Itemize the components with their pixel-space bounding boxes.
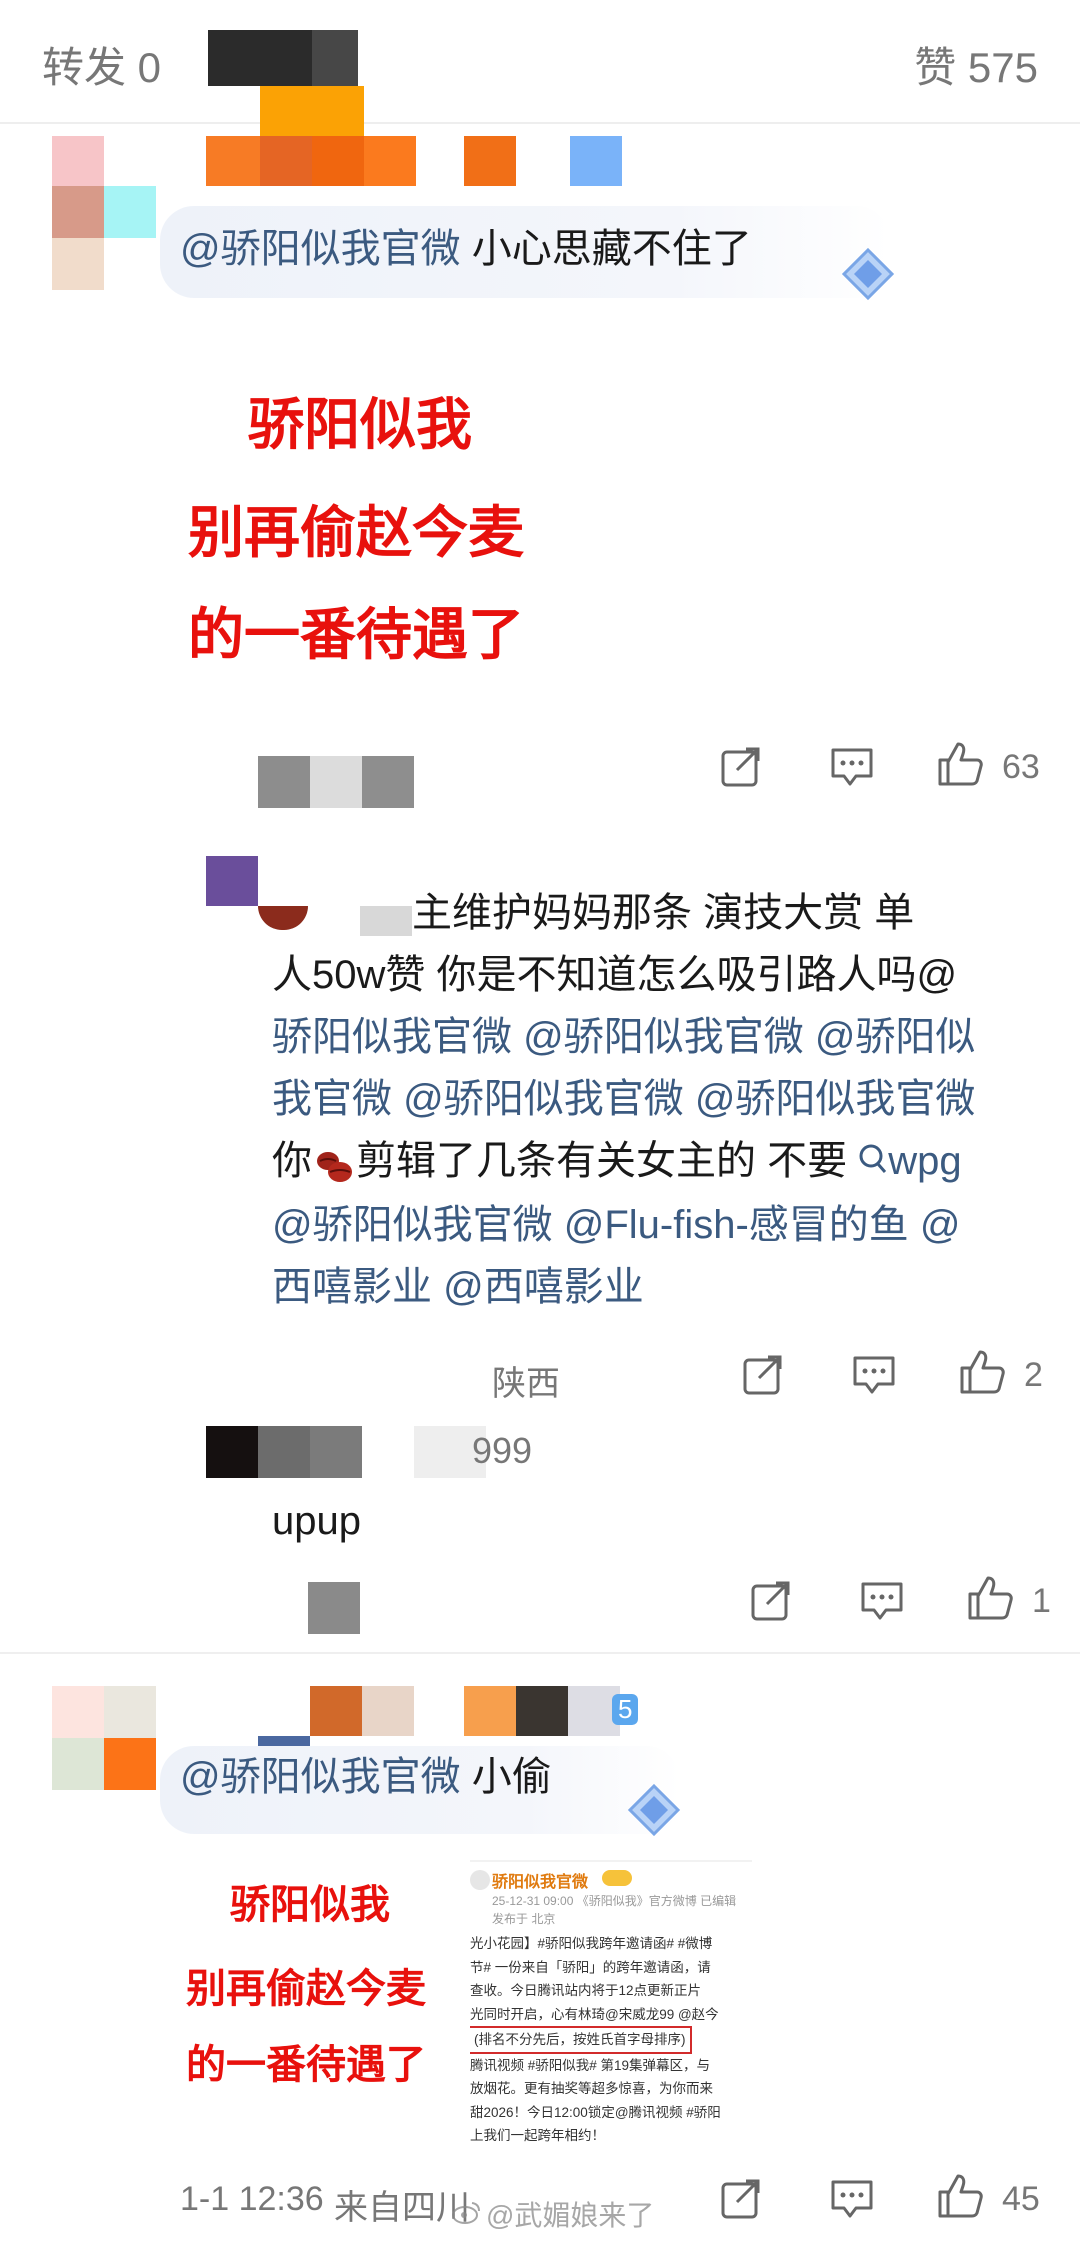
repost-icon[interactable] [742, 1354, 784, 1396]
search-link[interactable]: wpg [858, 1139, 962, 1183]
image-text-line: 别再偷赵今麦 [186, 1966, 426, 2012]
mention-link[interactable]: @骄阳似我官微 [180, 1755, 461, 1799]
screenshot-account: 骄阳似我官微 [492, 1874, 589, 1891]
comment-icon[interactable] [830, 2178, 874, 2220]
divider [0, 1652, 1080, 1654]
mention-link[interactable]: 骄阳似我官微 @骄阳似我官微 @骄阳似 [272, 1006, 1062, 1068]
thumbs-up-icon[interactable] [966, 1574, 1014, 1622]
level-badge: 5 [612, 1694, 639, 1725]
comment-icon[interactable] [860, 1580, 904, 1622]
reply-text: upup [272, 1499, 361, 1543]
like-count: 1 [1032, 1582, 1051, 1620]
diamond-badge-icon [626, 1782, 682, 1838]
mention-link[interactable]: 西嘻影业 @西嘻影业 [272, 1256, 1062, 1318]
highlight-box: (排名不分先后，按姓氏首字母排序) [470, 2026, 692, 2054]
coffee-bean-emoji [312, 1143, 356, 1183]
location: 来自四川 [334, 2189, 470, 2227]
meta-mosaic [308, 1582, 360, 1634]
thumbs-up-icon[interactable] [936, 740, 984, 788]
username-mosaic [206, 86, 626, 186]
screenshot-avatar [470, 1870, 490, 1890]
comment-icon[interactable] [852, 1354, 896, 1396]
comment-icon[interactable] [830, 746, 874, 788]
comment-text: @骄阳似我官微 小心思藏不住了 [180, 227, 752, 271]
watermark: @武媚娘来了 [452, 2194, 654, 2234]
mention-link[interactable]: @骄阳似我官微 @Flu-fish-感冒的鱼 @ [272, 1194, 1062, 1256]
comment-text: @骄阳似我官微 小偷 [180, 1755, 552, 1799]
image-text-line: 的一番待遇了 [186, 2042, 426, 2088]
screenshot-image[interactable]: 骄阳似我官微 25-12-31 09:00 《骄阳似我》官方微博 已编辑 发布于… [470, 1860, 752, 2146]
reply-username-mosaic[interactable] [206, 1426, 486, 1478]
mention-link[interactable]: @骄阳似我官微 [180, 227, 461, 271]
like-count-tab[interactable]: 赞 575 [914, 34, 1038, 95]
image-text-line: 的一番待遇了 [188, 603, 524, 668]
image-text-line: 骄阳似我 [248, 393, 472, 458]
screenshot-body: 光小花园】#骄阳似我跨年邀请函# #微博 节# 一份来自「骄阳」的跨年邀请函，请… [470, 1936, 721, 2143]
thumbs-up-icon[interactable] [936, 2172, 984, 2220]
reply-text: 主维护妈妈那条 演技大赏 单 人50w赞 你是不知道怎么吸引路人吗@ 骄阳似我官… [272, 882, 1062, 1318]
like-count: 45 [1002, 2180, 1040, 2218]
repost-count-tab[interactable]: 转发 0 [42, 34, 161, 95]
like-count: 2 [1024, 1356, 1043, 1394]
repost-icon[interactable] [720, 746, 762, 788]
reply-location: 陕西 [492, 1365, 560, 1403]
screenshot-meta: 25-12-31 09:00 《骄阳似我》官方微博 已编辑 [492, 1894, 737, 1908]
image-text-line: 骄阳似我 [230, 1882, 390, 1928]
search-icon [858, 1132, 888, 1194]
vip-badge [602, 1870, 632, 1886]
image-text-line: 别再偷赵今麦 [188, 501, 524, 566]
weibo-logo-icon [452, 2199, 482, 2230]
diamond-badge-icon [840, 246, 896, 302]
repost-icon[interactable] [720, 2178, 762, 2220]
thumbs-up-icon[interactable] [958, 1348, 1006, 1396]
screenshot-publish: 发布于 北京 [492, 1912, 556, 1926]
mention-link[interactable]: 我官微 @骄阳似我官微 @骄阳似我官微 [272, 1068, 1062, 1130]
reply-username-suffix: 999 [472, 1430, 533, 1471]
username-mosaic [208, 30, 358, 86]
avatar[interactable] [52, 136, 156, 290]
avatar[interactable] [52, 1686, 156, 1790]
timestamp: 1-1 12:36 [180, 2180, 324, 2218]
comment-image[interactable]: 骄阳似我 别再偷赵今麦 的一番待遇了 [180, 1860, 460, 2120]
like-count: 63 [1002, 748, 1040, 786]
meta-mosaic [258, 756, 414, 808]
repost-icon[interactable] [750, 1580, 792, 1622]
